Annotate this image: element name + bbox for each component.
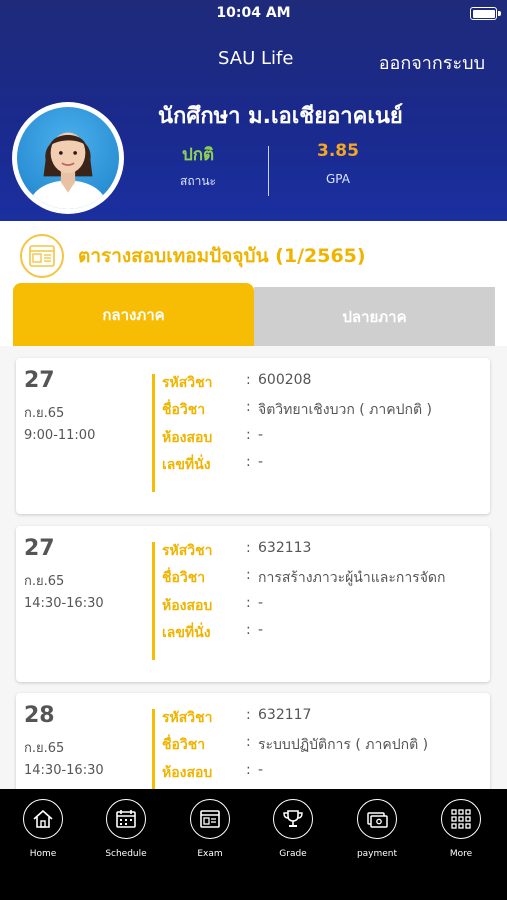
seat-label: เลขที่นั่ง (162, 457, 211, 473)
separator: : (246, 540, 251, 556)
card-accent-bar (152, 374, 155, 492)
exam-icon (190, 799, 230, 839)
name-label: ชื่อวิชา (162, 402, 206, 418)
card-accent-bar (152, 542, 155, 660)
separator: : (246, 454, 251, 470)
exam-card[interactable]: 27 ก.ย.65 14:30-16:30 รหัสวิชา : 632113 … (16, 526, 490, 682)
gpa-value: 3.85 (317, 141, 359, 161)
exam-day: 27 (24, 536, 55, 561)
nav-label: Exam (197, 849, 223, 859)
exam-day: 27 (24, 368, 55, 393)
code-label: รหัสวิชา (162, 543, 213, 559)
student-status-value: ปกติ (181, 145, 215, 165)
section-header: ตารางสอบเทอมปัจจุบัน (1/2565) (20, 234, 366, 278)
section-title: ตารางสอบเทอมปัจจุบัน (1/2565) (78, 245, 366, 267)
name-label: ชื่อวิชา (162, 737, 206, 753)
name-label: ชื่อวิชา (162, 570, 206, 586)
profile-header: 10:04 AM SAU Life ออกจากระบบ นักศึกษา ม.… (0, 0, 507, 221)
exam-course-name: จิตวิทยาเชิงบวก ( ภาคปกติ ) (258, 402, 432, 418)
exam-month: ก.ย.65 (24, 741, 65, 756)
exam-seat: - (258, 622, 264, 638)
logout-button[interactable]: ออกจากระบบ (379, 48, 485, 77)
main-content: ตารางสอบเทอมปัจจุบัน (1/2565) กลางภาค ปล… (0, 221, 507, 789)
exam-room: - (258, 762, 264, 778)
nav-schedule[interactable]: Schedule (96, 799, 156, 859)
exam-time: 9:00-11:00 (24, 428, 96, 443)
tab-midterm[interactable]: กลางภาค (13, 283, 254, 346)
exam-day: 28 (24, 703, 55, 728)
exam-course-name: ระบบปฏิบัติการ ( ภาคปกติ ) (258, 737, 429, 753)
nav-more[interactable]: More (431, 799, 491, 859)
calendar-icon (106, 799, 146, 839)
student-status-label: สถานะ (180, 174, 216, 188)
exam-tabs: กลางภาค ปลายภาค (13, 283, 495, 346)
nav-label: Home (29, 849, 57, 859)
separator: : (246, 567, 251, 583)
tab-final[interactable]: ปลายภาค (254, 287, 495, 346)
exam-seat: - (258, 454, 264, 470)
seat-label: เลขที่นั่ง (162, 625, 211, 641)
exam-code: 632117 (258, 707, 312, 723)
home-icon (23, 799, 63, 839)
exam-room: - (258, 595, 264, 611)
room-label: ห้องสอบ (162, 598, 213, 614)
code-label: รหัสวิชา (162, 375, 213, 391)
card-accent-bar (152, 709, 155, 789)
exam-code: 632113 (258, 540, 312, 556)
nav-home[interactable]: Home (13, 799, 73, 859)
exam-schedule-icon (20, 234, 64, 278)
app-title: SAU Life (218, 48, 294, 69)
status-bar-time: 10:04 AM (216, 5, 291, 21)
separator: : (246, 762, 251, 778)
exam-code: 600208 (258, 372, 312, 388)
gpa-label: GPA (326, 172, 350, 186)
exam-card[interactable]: 28 ก.ย.65 14:30-16:30 รหัสวิชา : 632117 … (16, 693, 490, 789)
nav-label: More (449, 849, 473, 859)
nav-label: Schedule (105, 849, 147, 859)
room-label: ห้องสอบ (162, 430, 213, 446)
separator: : (246, 707, 251, 723)
battery-icon (470, 7, 501, 20)
exam-month: ก.ย.65 (24, 574, 65, 589)
separator: : (246, 595, 251, 611)
exam-month: ก.ย.65 (24, 406, 65, 421)
separator: : (246, 734, 251, 750)
student-photo-icon (27, 132, 109, 209)
code-label: รหัสวิชา (162, 710, 213, 726)
separator: : (246, 372, 251, 388)
exam-time: 14:30-16:30 (24, 763, 104, 778)
separator: : (246, 427, 251, 443)
grid-icon (441, 799, 481, 839)
nav-exam[interactable]: Exam (180, 799, 240, 859)
nav-payment[interactable]: payment (347, 799, 407, 859)
nav-label: Grade (279, 849, 307, 859)
exam-card[interactable]: 27 ก.ย.65 9:00-11:00 รหัสวิชา : 600208 ช… (16, 358, 490, 514)
avatar (12, 102, 124, 214)
nav-grade[interactable]: Grade (263, 799, 323, 859)
exam-course-name: การสร้างภาวะผู้นำและการจัดก (258, 570, 446, 586)
header-divider (268, 146, 269, 196)
nav-label: payment (356, 849, 398, 859)
exam-time: 14:30-16:30 (24, 596, 104, 611)
trophy-icon (273, 799, 313, 839)
separator: : (246, 399, 251, 415)
bottom-nav: Home Schedule Exam Grade payment More (0, 789, 507, 900)
room-label: ห้องสอบ (162, 765, 213, 781)
separator: : (246, 622, 251, 638)
student-name: นักศึกษา ม.เอเชียอาคเนย์ (158, 104, 403, 129)
exam-list[interactable]: 27 ก.ย.65 9:00-11:00 รหัสวิชา : 600208 ช… (0, 346, 507, 789)
payment-icon (357, 799, 397, 839)
exam-room: - (258, 427, 264, 443)
